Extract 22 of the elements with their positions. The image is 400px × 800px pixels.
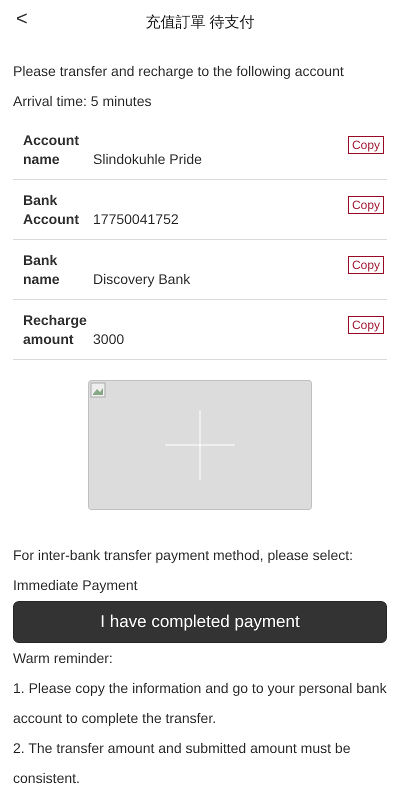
back-button[interactable]: < [16, 8, 28, 31]
field-label: Bank Account [23, 191, 80, 229]
field-label: Account name [23, 131, 80, 169]
page-title: 充值訂單 待支付 [145, 12, 255, 32]
reminder-text: 2. The transfer amount and submitted amount must be consistent. [13, 739, 352, 788]
completed-payment-button[interactable]: I have completed payment [13, 601, 387, 643]
reminder-text: 1. Please copy the information and go to your personal bank account to complete the transfer. [13, 679, 387, 728]
field-value: Slindokuhle Pride [93, 150, 203, 169]
field-value: Discovery Bank [93, 270, 192, 289]
field-value: 17750041752 [93, 210, 180, 229]
copy-button[interactable]: Copy [348, 256, 384, 274]
info-text: Please transfer and recharge to the following account [13, 62, 345, 81]
reminder-title: Warm reminder: [13, 649, 114, 668]
copy-button[interactable]: Copy [348, 196, 384, 214]
field-value: 3000 [93, 330, 126, 349]
field-label: Bank name [23, 251, 61, 289]
info-text: Arrival time: 5 minutes [13, 92, 152, 111]
copy-button[interactable]: Copy [348, 136, 384, 154]
info-text: For inter-bank transfer payment method, please select: [13, 546, 354, 565]
field-label: Recharge amount [23, 311, 88, 349]
copy-button[interactable]: Copy [348, 316, 384, 334]
payment-method: Immediate Payment [13, 576, 138, 595]
